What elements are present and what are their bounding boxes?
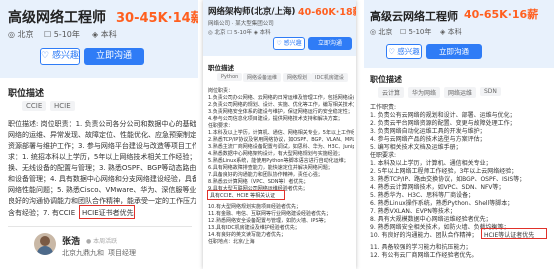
description-line: 任职地点：北京/上海 [208, 239, 255, 245]
description-line: 7.具备良好的沟通能力和团队协作精神，责任心强； [208, 172, 323, 178]
description-line: 任职要求： [208, 123, 234, 129]
interest-button[interactable]: ♡ 感兴趣 [273, 37, 305, 50]
description-line: 3.熟悉主流厂商网络设备配置与调试，如思科、华为、H3C、Juniper； [208, 144, 354, 150]
description-line: 12. 有公有云厂商网络工作经验者优先。 [370, 252, 478, 259]
avatar [34, 233, 56, 255]
salary: 30-45K·14薪 [116, 11, 198, 26]
description-line: 2.负责公司网络的规划、设计、实施、优化等工作，编写相关技术文档 [208, 102, 354, 108]
highlighted-requirement: HCIE等认证者优先 [484, 232, 535, 239]
highlighted-requirement: 具有CCIE、HCIE 等相关认证 [210, 193, 276, 199]
job-card-senior-network-engineer: 高级网络工程师 30-45K·14薪 ◎ 北京 ☐ 5-10年 ◈ 本科 ♡ 感… [0, 0, 198, 269]
tag: SDN [480, 87, 501, 96]
job-card-network-architect: 网络架构师(北京/上海) 40-60K·18薪 网络公司 · 某大型集团公司 ◎… [203, 0, 356, 269]
experience: ☐ 5-10年 [44, 30, 80, 39]
description-line: 资源部署与维护工作；3. 参与网络平台建设与改造等项目工作，包括方 [8, 142, 196, 150]
description-line: 换、无线设备的配置与管理；3. 熟悉OSPF、BGP等动态路由协议，熟 [8, 164, 196, 172]
description-line: 含有经验；7. 有CCIE [8, 209, 76, 217]
interest-button[interactable]: ♡ 感兴趣 [386, 44, 422, 59]
description-line: 2.熟悉TCP/IP协议及常用网络协议，如OSPF、BGP、VLAN、MPLS等… [208, 137, 354, 143]
recruiter-company: 北京九鼎九和 [62, 249, 104, 257]
description-line: 岗位职责： [208, 88, 234, 94]
divider [8, 226, 192, 227]
description-line: 求：1. 统招本科以上学历，5年以上网络技术相关工作经验；2. 熟悉TC [8, 153, 196, 161]
section-title: 职位描述 [8, 89, 45, 99]
experience: ☐ 5-10年 [400, 28, 432, 36]
highlighted-requirement: HCIE证书者优先 [82, 209, 134, 217]
tag: 华为网络 [408, 87, 441, 98]
description-line: 和设备管理；4. 具有数据中心网络和分支网络建设经验，具备常用 [8, 175, 196, 183]
description-line: 1.负责公司办公网络、云网络的日常运维及管理工作，包括网络设备的 [208, 95, 354, 101]
recruiter-status: ● 本周活跃 [86, 238, 118, 245]
description-line: 10. 有良好的沟通能力、团队合作精神； [370, 232, 478, 239]
description-line: 4.参与公司信息化项目建设，提供网络技术支持和解决方案； [208, 116, 343, 122]
job-header: 高级网络工程师 30-45K·14薪 ◎ 北京 ☐ 5-10年 ◈ 本科 ♡ 感… [0, 0, 198, 78]
description-line: 职位描述: 岗位职责：1. 负责公司各分公司和数据中心的基础网络的 [8, 120, 196, 128]
tag: IDC机房建设 [311, 73, 348, 82]
description-line: 10.有大型网络规划实施项目经验者优先； [208, 204, 301, 210]
description-line: 3.负责网络安全体系的建设与维护，保证网络运行的安全稳定性； [208, 109, 353, 115]
recruiter-name: 张浩 [62, 237, 81, 247]
description-line: 5.熟悉Linux系统，能使用Python等脚本语言进行自动化运维； [208, 158, 349, 164]
tag: Python [217, 73, 243, 81]
chat-button[interactable]: 立即沟通 [84, 48, 144, 65]
job-card-senior-cloud-network-engineer: 高级云网络工程师 40-65K·16薪 ◎ 北京 ☐ 5-10年 ◈ 本科 ♡ … [364, 0, 554, 269]
description-line: 12.熟悉网络安全设备配置与管理，如防火墙、IPS等； [208, 218, 329, 224]
chat-button[interactable]: 立即沟通 [308, 37, 352, 50]
job-requirements: ◎ 北京 ☐ 5-10年 ◈ 本科 [208, 30, 271, 36]
description-line: 4.熟悉数据中心网络架构设计，有大型网络规划与实施经验； [208, 151, 343, 157]
description-line: 8.熟悉云计算网络（VPC、SDN等）者优先； [208, 179, 309, 185]
tag: 网络规划 [283, 73, 312, 82]
salary: 40-65K·16薪 [464, 8, 539, 21]
section-title: 职位描述 [370, 75, 402, 84]
description-line: 网络性能问题；5. 熟悉Cisco、VMware、华为、深信服等业内主流厂商的 [8, 186, 196, 194]
chat-button[interactable]: 立即沟通 [426, 44, 482, 59]
job-title: 高级网络工程师 [8, 10, 106, 26]
description-line: 13.具有IDC机房建设及维护经验者优先； [208, 225, 300, 231]
tag: CCIE [22, 101, 47, 111]
education: ◈ 本科 [92, 30, 117, 39]
tag: 网络设备运维 [243, 73, 282, 82]
description-line: 11.有金融、电信、互联网等行业网络建设经验者优先； [208, 211, 331, 217]
job-header: 网络架构师(北京/上海) 40-60K·18薪 网络公司 · 某大型集团公司 ◎… [203, 0, 356, 56]
section-title: 职位描述 [208, 64, 234, 72]
description-line: 6.具有网络故障排查能力，能快速定位并解决网络问题； [208, 165, 333, 171]
description-line: 1.本科及以上学历，计算机、通信、网络相关专业，5年以上工作经验； [208, 130, 354, 136]
salary: 40-60K·18薪 [298, 7, 356, 18]
interest-button[interactable]: ♡ 感兴趣 [40, 48, 80, 65]
recruiter-role: 项目经理 [108, 249, 136, 257]
tag: 网络运维 [444, 87, 477, 98]
description-line: 14.有良好的英文读写能力者优先； [208, 232, 286, 238]
job-title: 网络架构师(北京/上海) [208, 7, 296, 17]
location: ◎ 北京 [370, 28, 393, 36]
job-header: 高级云网络工程师 40-65K·16薪 ◎ 北京 ☐ 5-10年 ◈ 本科 ♡ … [364, 0, 554, 68]
job-title: 高级云网络工程师 [370, 10, 458, 23]
education: ◈ 本科 [440, 28, 462, 36]
description-line: 网络的运维、异常发现、故障定位、性能优化、应急预案制定等运维工作 [8, 131, 196, 139]
location: ◎ 北京 [8, 30, 34, 39]
tag: 云计算 [378, 87, 405, 98]
company-info: 网络公司 · 某大型集团公司 [208, 21, 274, 27]
tag: HCIE [50, 101, 75, 111]
